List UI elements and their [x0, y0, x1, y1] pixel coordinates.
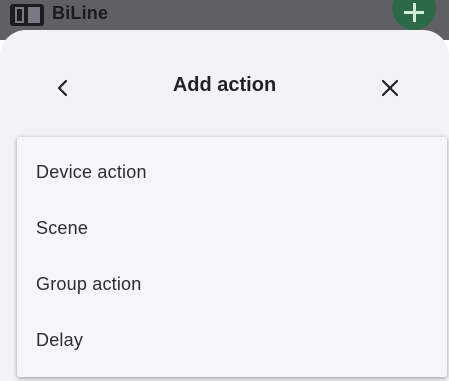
- screen: BiLine Add action Device action Scene Gr…: [0, 0, 449, 381]
- background-app-title: BiLine: [52, 3, 109, 23]
- menu-item-label: Device action: [36, 162, 147, 182]
- menu-item-scene[interactable]: Scene: [17, 201, 447, 257]
- app-logo-icon: [10, 4, 44, 26]
- close-icon: [381, 79, 399, 97]
- close-button[interactable]: [374, 72, 406, 104]
- menu-item-label: Group action: [36, 274, 142, 294]
- menu-item-device-action[interactable]: Device action: [17, 145, 447, 201]
- add-fab-button: [392, 0, 436, 30]
- menu-item-group-action[interactable]: Group action: [17, 257, 447, 313]
- menu-item-label: Scene: [36, 218, 89, 238]
- action-type-menu: Device action Scene Group action Delay: [17, 137, 447, 377]
- menu-item-delay[interactable]: Delay: [17, 313, 447, 369]
- menu-item-label: Delay: [36, 330, 84, 350]
